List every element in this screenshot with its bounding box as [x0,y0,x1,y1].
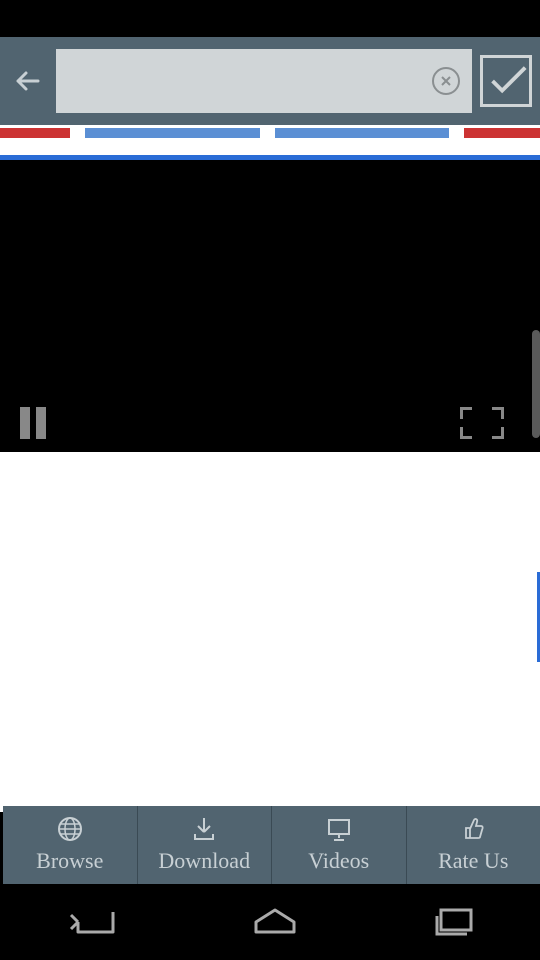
system-nav-bar [0,884,540,960]
content-area [0,125,540,812]
nav-home-button[interactable] [250,904,300,940]
tab-label: Download [158,848,250,874]
download-icon [191,816,217,842]
tab-label: Browse [36,848,103,874]
confirm-button[interactable] [480,55,532,107]
nav-back-icon [63,904,123,940]
bar-segment [85,128,260,138]
tab-label: Rate Us [438,848,508,874]
loading-indicator [0,125,540,155]
tab-videos[interactable]: Videos [272,806,407,884]
close-icon [440,75,452,87]
nav-back-button[interactable] [63,904,123,940]
video-player[interactable] [0,160,540,452]
fullscreen-button[interactable] [460,407,504,439]
nav-home-icon [250,904,300,940]
pause-button[interactable] [20,407,46,439]
search-container [56,49,472,113]
fullscreen-icon [492,407,504,419]
checkmark-icon [483,57,529,105]
search-input[interactable] [68,49,432,113]
clear-search-button[interactable] [432,67,460,95]
presentation-icon [326,816,352,842]
bottom-tab-bar: Browse Download Videos Rate Us [3,806,540,884]
pause-icon [20,407,30,439]
app-toolbar [0,37,540,125]
fullscreen-icon [460,407,472,419]
bar-segment [0,128,70,138]
back-button[interactable] [8,61,48,101]
nav-recent-icon [427,904,477,940]
fullscreen-icon [492,427,504,439]
tab-download[interactable]: Download [138,806,273,884]
thumbs-up-icon [460,816,486,842]
bar-segment [464,128,540,138]
status-bar [0,0,540,37]
back-arrow-icon [10,63,46,99]
scrollbar[interactable] [532,330,540,438]
bar-segment [275,128,450,138]
tab-label: Videos [308,848,369,874]
globe-icon [57,816,83,842]
fullscreen-icon [460,427,472,439]
video-controls [0,394,524,452]
nav-recent-button[interactable] [427,904,477,940]
content-body [0,452,540,812]
pause-icon [36,407,46,439]
tab-rate-us[interactable]: Rate Us [407,806,540,884]
tab-browse[interactable]: Browse [3,806,138,884]
